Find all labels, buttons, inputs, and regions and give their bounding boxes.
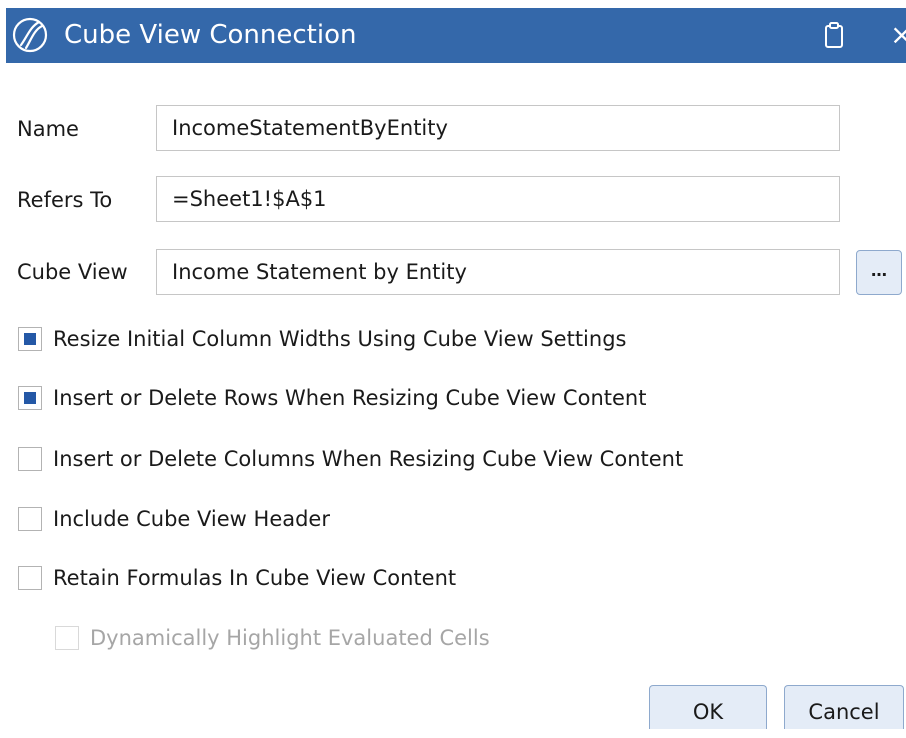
refers-to-label: Refers To xyxy=(17,188,113,212)
checkbox[interactable] xyxy=(18,447,42,471)
checkbox[interactable] xyxy=(18,386,42,410)
checkbox-label: Insert or Delete Rows When Resizing Cube… xyxy=(53,386,647,410)
browse-cube-view-button[interactable]: … xyxy=(856,250,902,295)
ok-button[interactable]: OK xyxy=(649,685,767,729)
cube-view-label: Cube View xyxy=(17,260,128,284)
close-icon[interactable]: × xyxy=(890,20,906,50)
name-label: Name xyxy=(17,117,79,141)
name-input[interactable] xyxy=(156,105,840,151)
checkbox xyxy=(55,626,79,650)
cube-view-input[interactable] xyxy=(156,249,840,295)
checkbox[interactable] xyxy=(18,507,42,531)
checkbox-label: Resize Initial Column Widths Using Cube … xyxy=(53,327,627,351)
checkbox-label: Insert or Delete Columns When Resizing C… xyxy=(53,447,684,471)
checkbox-label: Retain Formulas In Cube View Content xyxy=(53,566,457,590)
dialog-title-bar[interactable]: Cube View Connection × xyxy=(6,8,906,63)
dialog-title: Cube View Connection xyxy=(64,20,357,50)
checkbox-label: Dynamically Highlight Evaluated Cells xyxy=(90,626,490,650)
checkbox-label: Include Cube View Header xyxy=(53,507,330,531)
checkbox[interactable] xyxy=(18,327,42,351)
refers-to-input[interactable] xyxy=(156,176,840,222)
clipboard-icon[interactable] xyxy=(822,20,848,50)
checkbox[interactable] xyxy=(18,566,42,590)
cancel-button[interactable]: Cancel xyxy=(784,685,904,729)
app-logo-icon xyxy=(12,17,48,53)
